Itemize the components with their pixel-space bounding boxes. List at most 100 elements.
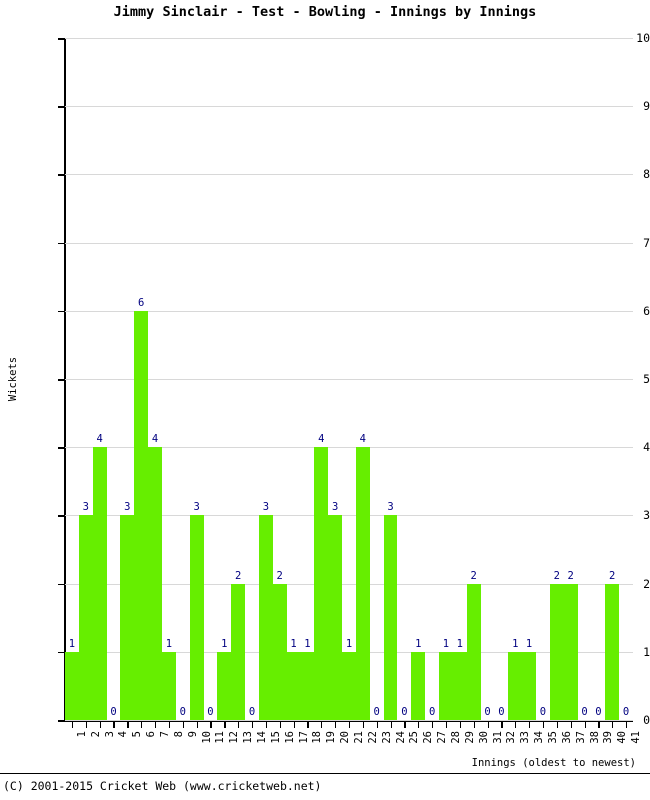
bar — [161, 651, 176, 720]
x-axis-tick-label: 22 — [366, 731, 379, 744]
y-axis-tick-mark — [58, 242, 65, 245]
bar-value-label: 2 — [470, 569, 477, 582]
x-axis-tick-label: 31 — [491, 731, 504, 744]
x-axis-tick-label: 6 — [145, 731, 158, 738]
bar-value-label: 4 — [151, 433, 159, 446]
footer-copyright: (C) 2001-2015 Cricket Web (www.cricketwe… — [3, 779, 322, 793]
x-axis-label: Innings (oldest to newest) — [471, 757, 636, 769]
x-axis-tick-mark — [529, 721, 531, 728]
x-axis-tick-mark — [252, 721, 254, 728]
x-axis-tick-mark — [473, 721, 475, 728]
x-axis-tick-label: 18 — [311, 731, 324, 744]
x-axis-tick-mark — [432, 721, 434, 728]
bar-value-label: 0 — [428, 706, 436, 718]
x-axis-tick-label: 20 — [339, 731, 352, 744]
bar — [258, 515, 273, 720]
bar-value-label: 4 — [359, 433, 367, 446]
bar-value-label: 0 — [179, 706, 186, 718]
bar-value-label: 1 — [345, 637, 353, 650]
bar-value-label: 0 — [622, 706, 630, 718]
y-axis-tick-mark — [58, 720, 65, 722]
x-axis-tick-label: 41 — [630, 731, 643, 744]
x-axis-tick-mark — [99, 721, 101, 728]
x-axis-tick-mark — [71, 721, 74, 728]
bar — [549, 583, 564, 720]
bar — [231, 583, 246, 720]
x-axis-tick-label: 23 — [380, 731, 393, 744]
bar-value-label: 0 — [581, 706, 588, 718]
x-axis-tick-label: 8 — [172, 731, 185, 738]
x-axis-tick-label: 5 — [131, 731, 144, 738]
bar-value-label: 2 — [234, 569, 242, 582]
x-axis-tick-label: 39 — [602, 731, 615, 744]
x-axis-tick-label: 26 — [422, 731, 435, 744]
bar — [452, 651, 467, 720]
bar — [300, 651, 315, 720]
gridline — [65, 242, 633, 244]
bar — [78, 515, 93, 720]
x-axis-tick-label: 11 — [214, 731, 227, 744]
bar — [605, 583, 620, 720]
bar-value-label: 1 — [221, 637, 228, 650]
bowling-innings-chart: Jimmy Sinclair - Test - Bowling - Inning… — [0, 0, 650, 800]
bar — [383, 515, 398, 720]
bar-value-label: 1 — [304, 637, 311, 650]
x-axis-tick-mark — [307, 721, 309, 728]
bar-value-label: 2 — [553, 569, 560, 582]
bar-value-label: 0 — [498, 706, 505, 718]
y-axis-label: Wickets — [7, 356, 19, 402]
bar-value-label: 3 — [124, 501, 131, 514]
x-axis-tick-mark — [376, 721, 378, 728]
bar-value-label: 0 — [595, 706, 602, 718]
bar — [342, 651, 356, 720]
x-axis-tick-mark — [542, 721, 545, 728]
bar-value-label: 0 — [539, 706, 547, 718]
x-axis-tick-label: 28 — [449, 731, 462, 744]
bar-value-label: 1 — [512, 637, 519, 650]
bar-value-label: 3 — [82, 501, 89, 514]
bar — [189, 515, 204, 720]
x-axis-tick-mark — [279, 721, 281, 728]
x-axis-tick-mark — [349, 721, 351, 728]
x-axis-tick-mark — [445, 721, 448, 728]
x-axis-tick-label: 25 — [408, 731, 421, 744]
y-axis-tick-mark — [58, 310, 65, 313]
y-axis-tick-mark — [58, 651, 65, 654]
x-axis-tick-label: 35 — [546, 731, 559, 744]
bar — [508, 651, 523, 720]
bar-value-label: 2 — [567, 569, 574, 582]
gridline — [65, 379, 633, 380]
x-axis-tick-mark — [293, 721, 295, 728]
bar — [148, 447, 162, 720]
bar-value-label: 1 — [442, 637, 450, 650]
x-axis-tick-label: 14 — [256, 731, 269, 744]
x-axis-tick-mark — [85, 721, 87, 728]
x-axis-tick-mark — [598, 721, 600, 728]
bar — [286, 651, 301, 720]
x-axis-tick-mark — [418, 721, 420, 728]
y-axis-tick-mark — [58, 447, 65, 449]
bar — [120, 515, 135, 720]
x-axis-tick-label: 30 — [477, 731, 490, 744]
plot-area: 1340364103012032114314030101120011022002… — [65, 38, 633, 721]
x-axis-tick-mark — [113, 721, 115, 728]
x-axis-tick-label: 34 — [533, 731, 546, 744]
x-axis-tick-label: 19 — [325, 731, 338, 744]
bar — [272, 583, 287, 720]
x-axis-tick-label: 4 — [117, 731, 130, 738]
x-axis-tick-mark — [182, 721, 184, 728]
bar — [65, 651, 79, 720]
x-axis-tick-label: 2 — [89, 731, 102, 738]
gridline — [65, 38, 633, 39]
bar — [134, 310, 149, 720]
x-axis-tick-label: 15 — [269, 731, 282, 744]
bar-value-label: 1 — [68, 637, 76, 650]
x-axis-tick-label: 3 — [103, 731, 116, 738]
x-axis-tick-mark — [404, 721, 406, 728]
y-axis-tick-mark — [58, 515, 65, 517]
bar-value-label: 3 — [331, 501, 339, 514]
x-axis-tick-mark — [141, 721, 143, 728]
y-axis-tick-mark — [58, 583, 65, 586]
bar — [466, 583, 481, 720]
x-axis-tick-mark — [335, 721, 337, 728]
